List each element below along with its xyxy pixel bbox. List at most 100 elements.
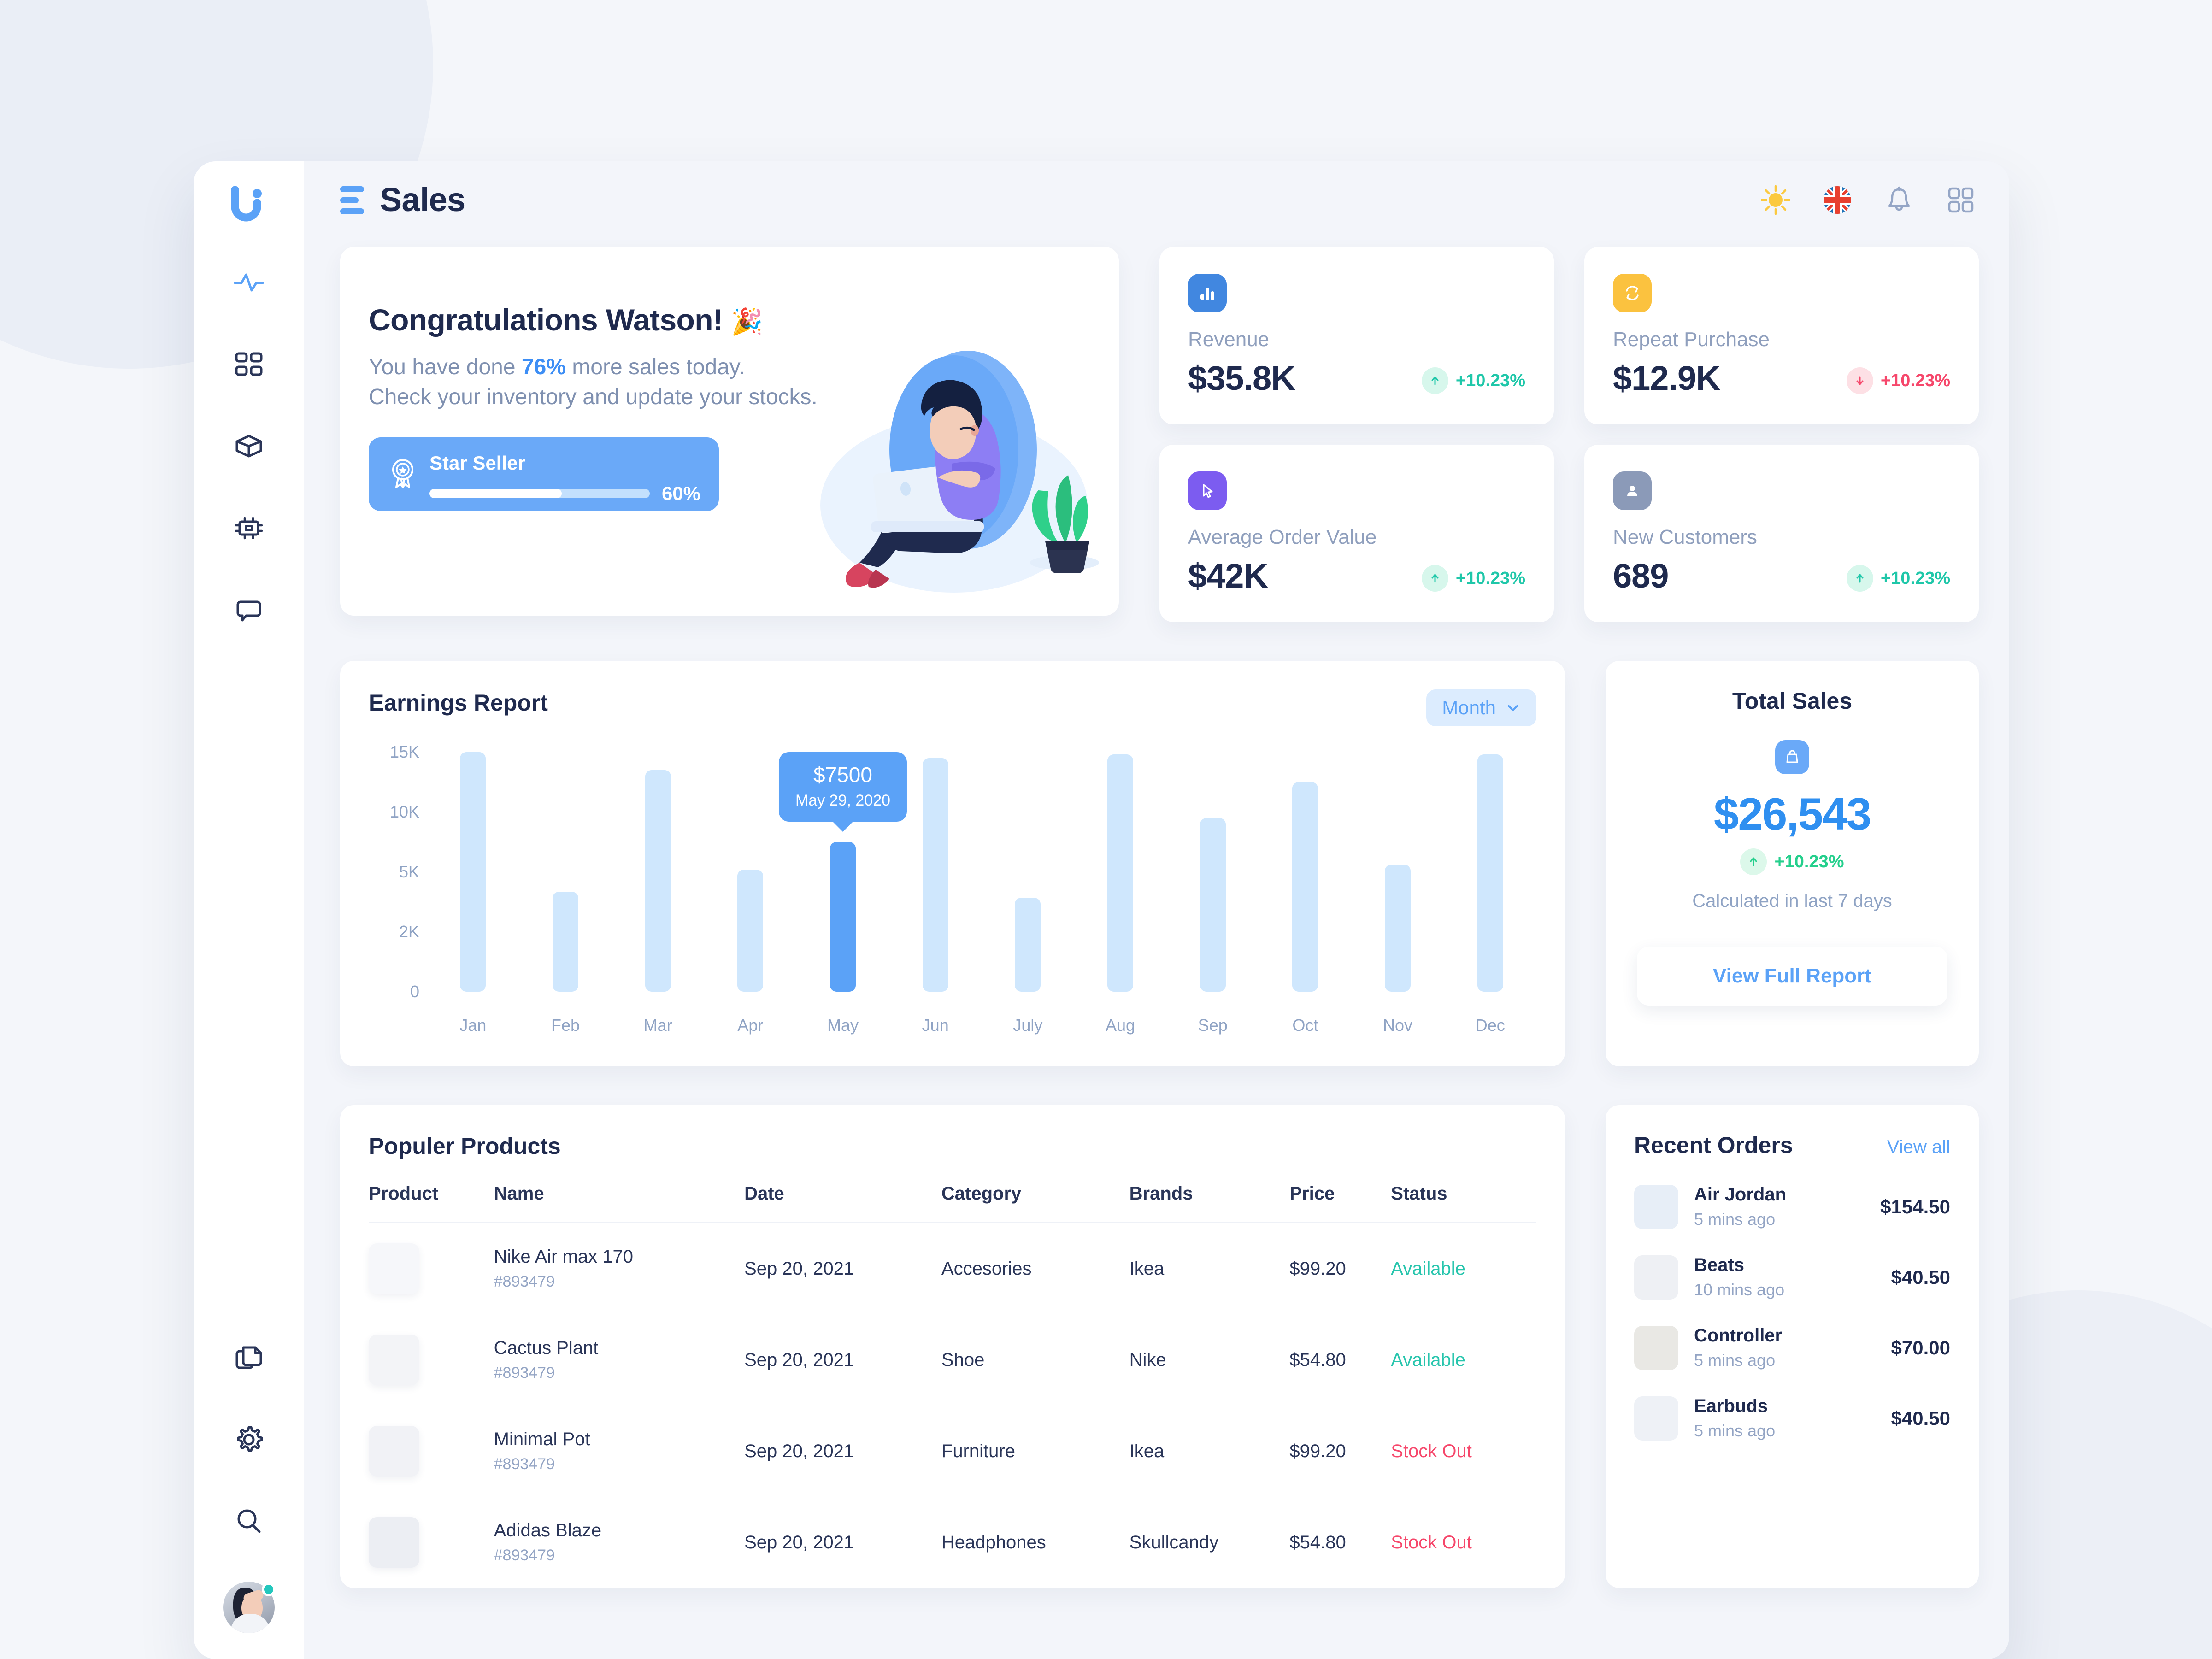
star-seller-label: Star Seller xyxy=(429,452,525,474)
recent-orders-list: Air Jordan 5 mins ago $154.50 Beats 10 mins … xyxy=(1634,1184,1950,1441)
sidebar-item-analytics[interactable] xyxy=(227,260,271,304)
chart-x-tick: Mar xyxy=(643,1016,672,1035)
stat-delta-value: +10.23% xyxy=(1880,371,1950,390)
chart-bar[interactable] xyxy=(737,870,764,992)
total-sales-title: Total Sales xyxy=(1732,688,1853,714)
chart-bar[interactable] xyxy=(553,892,578,992)
package-box-icon xyxy=(235,435,262,458)
chart-bar[interactable] xyxy=(460,752,486,992)
chart-bar[interactable] xyxy=(922,758,948,992)
table-row[interactable]: Minimal Pot #893479 Sep 20, 2021 Furniture I… xyxy=(369,1406,1536,1497)
stat-card-repeat-purchase[interactable]: Repeat Purchase $12.9K +10.23% xyxy=(1584,247,1979,424)
main-content: Sales Congratulations Watson! 🎉 You have… xyxy=(304,161,2009,1659)
person-with-laptop-illustration xyxy=(816,312,1101,606)
chart-bar-column[interactable] xyxy=(1444,752,1536,992)
chart-bar[interactable] xyxy=(1200,818,1226,992)
language-selector-button[interactable] xyxy=(1819,182,1855,218)
arrow-up-icon xyxy=(1846,565,1873,592)
apps-menu-button[interactable] xyxy=(1943,182,1979,218)
chart-bar-column[interactable] xyxy=(1352,752,1444,992)
stat-card-new-customers[interactable]: New Customers 689 +10.23% xyxy=(1584,445,1979,622)
avatar[interactable] xyxy=(223,1582,276,1633)
total-sales-card: Total Sales $26,543 +10.23% Calculated i… xyxy=(1606,661,1979,1066)
total-sales-delta: +10.23% xyxy=(1637,848,1947,875)
table-row[interactable]: Nike Air max 170 #893479 Sep 20, 2021 Acces… xyxy=(369,1223,1536,1315)
sidebar-item-integrations[interactable] xyxy=(227,506,271,550)
uk-flag-icon xyxy=(1824,186,1851,214)
sidebar-item-dashboard[interactable] xyxy=(227,342,271,386)
stat-card-average-order-value[interactable]: Average Order Value $42K +10.23% xyxy=(1159,445,1554,622)
earnings-title: Earnings Report xyxy=(369,690,548,716)
menu-toggle-icon[interactable] xyxy=(340,186,364,214)
chart-bar-column[interactable] xyxy=(519,752,612,992)
view-all-link[interactable]: View all xyxy=(1887,1137,1950,1158)
chart-bar-column[interactable] xyxy=(982,752,1074,992)
list-item[interactable]: Earbuds 5 mins ago $40.50 xyxy=(1634,1396,1950,1441)
chart-bar[interactable] xyxy=(830,842,856,992)
period-selector[interactable]: Month xyxy=(1426,689,1536,726)
order-name: Air Jordan xyxy=(1694,1184,1787,1205)
chart-bar-column[interactable] xyxy=(1166,752,1259,992)
order-name: Earbuds xyxy=(1694,1396,1768,1416)
shopping-bag-icon xyxy=(1775,740,1809,774)
sidebar-item-documents[interactable] xyxy=(227,1335,271,1380)
stat-delta: +10.23% xyxy=(1846,367,1950,398)
table-row[interactable]: Adidas Blaze #893479 Sep 20, 2021 Headphone… xyxy=(369,1497,1536,1588)
row-overview: Congratulations Watson! 🎉 You have done … xyxy=(340,247,1979,622)
status-badge: Available xyxy=(1391,1349,1465,1370)
stat-value: $35.8K xyxy=(1188,359,1296,397)
chart-bar[interactable] xyxy=(1292,782,1318,992)
chart-bar-column[interactable] xyxy=(1074,752,1167,992)
popular-products-card: Populer Products Product Name Date Category… xyxy=(340,1105,1565,1588)
product-category: Furniture xyxy=(941,1441,1015,1461)
view-full-report-button[interactable]: View Full Report xyxy=(1637,947,1947,1006)
table-row[interactable]: Cactus Plant #893479 Sep 20, 2021 Shoe Nike $… xyxy=(369,1314,1536,1406)
chart-x-tick: Apr xyxy=(737,1016,764,1035)
sidebar-item-products[interactable] xyxy=(227,424,271,468)
chart-x-tick: Dec xyxy=(1475,1016,1505,1035)
chart-x-tick: Aug xyxy=(1106,1016,1135,1035)
stats-grid: Revenue $35.8K +10.23% Repeat Purchase $… xyxy=(1159,247,1979,622)
notifications-button[interactable] xyxy=(1881,182,1917,218)
products-column-header: Product xyxy=(369,1183,439,1204)
products-column-header: Name xyxy=(494,1183,544,1204)
chart-bar[interactable] xyxy=(1107,754,1134,992)
stat-label: New Customers xyxy=(1613,526,1757,548)
list-item[interactable]: Air Jordan 5 mins ago $154.50 xyxy=(1634,1184,1950,1229)
products-column-header: Status xyxy=(1391,1183,1447,1204)
shoe-product-thumb xyxy=(369,1335,419,1385)
theme-toggle-button[interactable] xyxy=(1758,182,1794,218)
chart-bar-column[interactable] xyxy=(427,752,519,992)
product-price: $99.20 xyxy=(1289,1441,1346,1461)
sidebar-primary-nav xyxy=(227,260,271,632)
order-price: $40.50 xyxy=(1891,1407,1950,1429)
stat-value: 689 xyxy=(1613,557,1669,595)
total-sales-delta-value: +10.23% xyxy=(1774,852,1844,871)
documents-icon xyxy=(235,1346,262,1369)
chart-bar[interactable] xyxy=(1477,754,1503,992)
products-table-body: Nike Air max 170 #893479 Sep 20, 2021 Acces… xyxy=(369,1223,1536,1588)
sidebar-item-settings[interactable] xyxy=(227,1418,271,1462)
apps-grid-icon xyxy=(1948,187,1974,213)
brand-logo[interactable] xyxy=(227,182,271,226)
topbar: Sales xyxy=(340,161,1979,239)
order-time: 10 mins ago xyxy=(1694,1280,1785,1299)
activity-pulse-icon xyxy=(234,273,264,292)
chart-bar[interactable] xyxy=(1385,865,1411,992)
product-category: Shoe xyxy=(941,1349,985,1370)
stat-card-revenue[interactable]: Revenue $35.8K +10.23% xyxy=(1159,247,1554,424)
chart-bar[interactable] xyxy=(645,770,671,992)
recent-orders-card: Recent Orders View all Air Jordan 5 mins … xyxy=(1606,1105,1979,1588)
mouse-product-thumb xyxy=(369,1243,419,1294)
sidebar-item-search[interactable] xyxy=(227,1500,271,1544)
arrow-down-icon xyxy=(1846,367,1873,394)
list-item[interactable]: Beats 10 mins ago $40.50 xyxy=(1634,1255,1950,1300)
chart-bar[interactable] xyxy=(1015,898,1041,992)
list-item[interactable]: Controller 5 mins ago $70.00 xyxy=(1634,1325,1950,1370)
chair-product-thumb xyxy=(369,1426,419,1477)
chart-bar-column[interactable] xyxy=(612,752,704,992)
chart-x-axis: Jan Feb Mar Apr May Jun July Aug Sep Oct Nov Dec xyxy=(427,1016,1536,1035)
chart-y-tick: 5K xyxy=(399,862,419,881)
sidebar-item-messages[interactable] xyxy=(227,588,271,632)
chart-bar-column[interactable] xyxy=(1259,752,1352,992)
